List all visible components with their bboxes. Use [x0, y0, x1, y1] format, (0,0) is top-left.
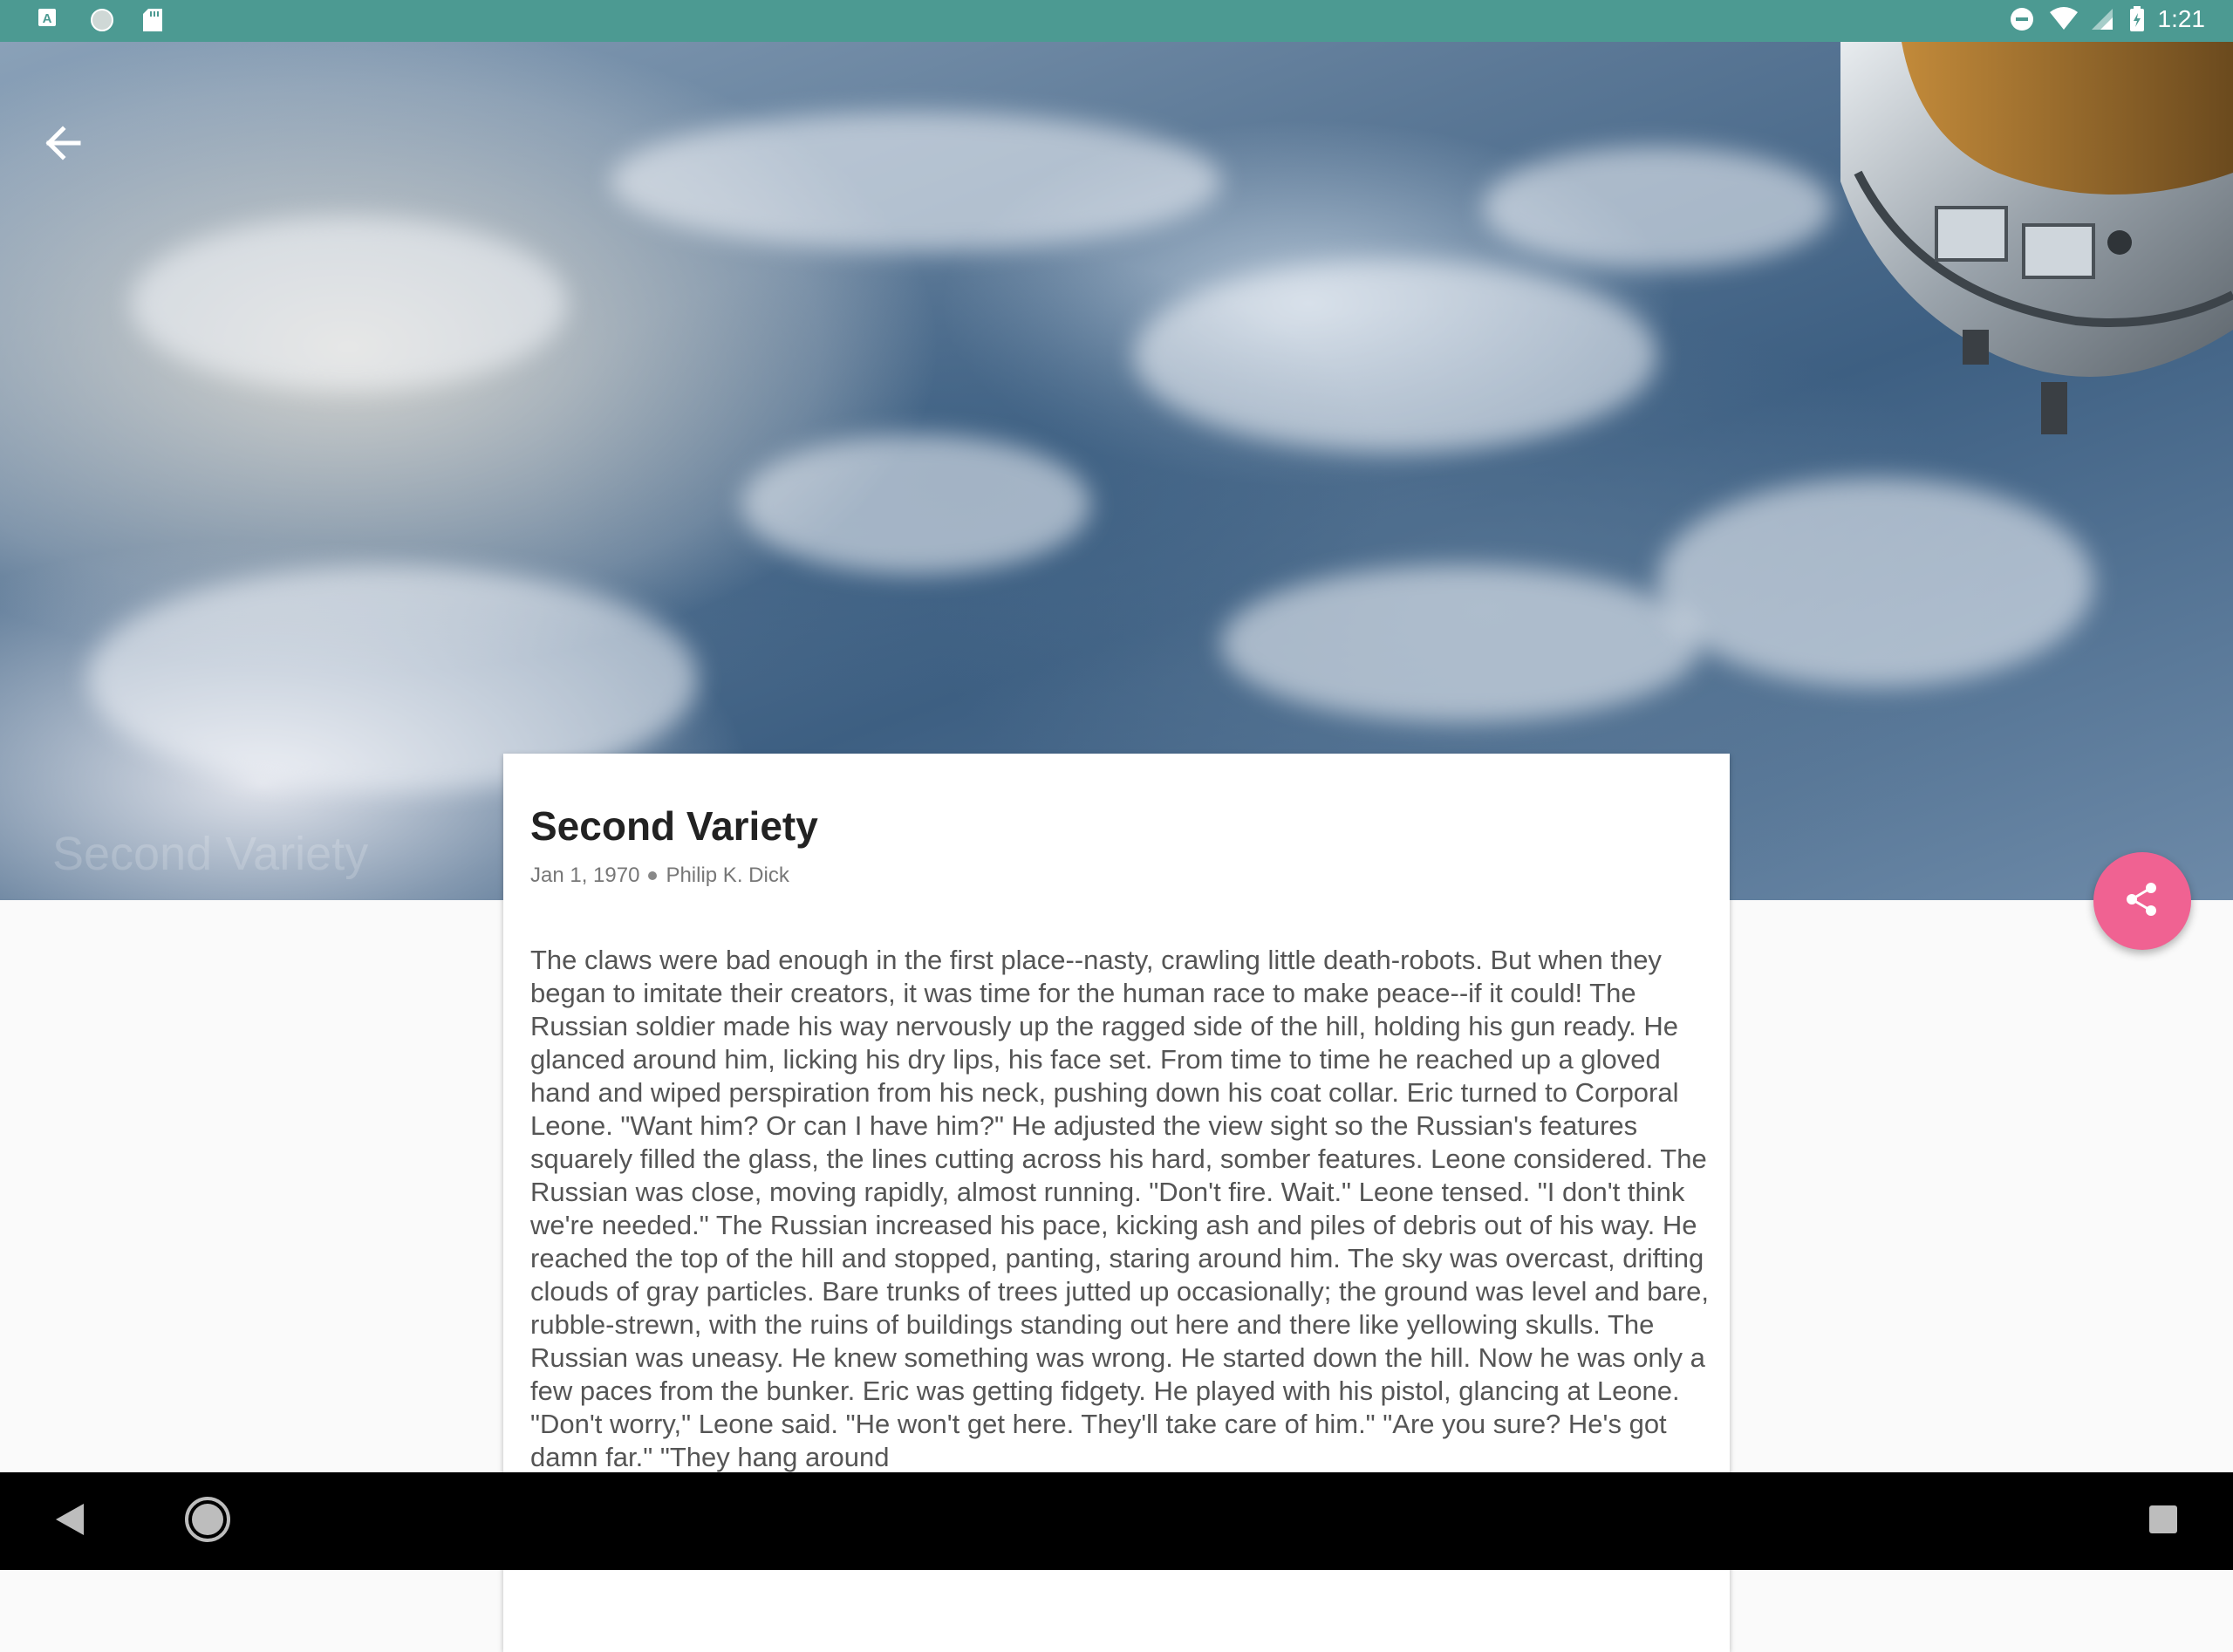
battery-icon: [2128, 5, 2146, 33]
do-not-disturb-icon: [2008, 5, 2036, 33]
status-time: 1:21: [2157, 5, 2206, 32]
triangle-back-icon: [52, 1500, 87, 1543]
cloud: [1134, 260, 1657, 452]
back-button[interactable]: [31, 113, 94, 176]
share-button[interactable]: [2093, 852, 2191, 950]
share-icon: [2123, 880, 2161, 923]
nav-home-button[interactable]: [183, 1495, 232, 1548]
hero-watermark: Second Variety: [52, 828, 369, 880]
arrow-back-icon: [40, 120, 85, 170]
sd-card-icon: [141, 7, 169, 35]
circle-home-icon: [183, 1495, 232, 1548]
navigation-bar: [0, 1472, 2233, 1570]
article-body: The claws were bad enough in the first p…: [530, 945, 1709, 1472]
cloud: [131, 216, 567, 391]
status-bar: A 1:21: [0, 0, 2233, 42]
article-author: Philip K. Dick: [666, 864, 789, 887]
circle-icon: [89, 7, 117, 35]
article-date: Jan 1, 1970: [530, 864, 640, 887]
nav-back-button[interactable]: [45, 1497, 94, 1546]
nav-recents-button[interactable]: [2139, 1497, 2188, 1546]
separator-dot: [648, 871, 658, 880]
cloud: [741, 434, 1090, 574]
a-icon: A: [37, 7, 65, 35]
svg-text:A: A: [43, 11, 52, 26]
wifi-icon: [2048, 5, 2078, 33]
signal-icon: [2088, 5, 2116, 33]
space-station-image: [1779, 42, 2233, 495]
cloud: [1221, 565, 1701, 722]
article-title: Second Variety: [530, 803, 818, 849]
square-recents-icon: [2146, 1502, 2181, 1541]
status-left-icons: A: [37, 7, 169, 35]
cloud: [1657, 478, 2093, 687]
status-right-icons: 1:21: [2008, 5, 2206, 33]
article-meta: Jan 1, 1970 Philip K. Dick: [530, 864, 789, 888]
cloud: [611, 112, 1221, 251]
